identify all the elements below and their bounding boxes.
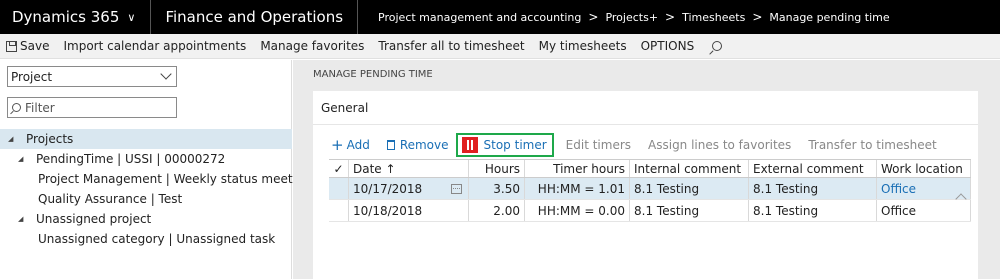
page-caption: MANAGE PENDING TIME — [313, 69, 433, 80]
general-section: General + Add Remove Stop timer Edit tim… — [313, 91, 978, 279]
column-header-internal-comment[interactable]: Internal comment — [630, 160, 749, 177]
grid-header: ✓ Date ↑ Hours Timer hours Internal comm… — [329, 159, 971, 178]
pending-time-grid: ✓ Date ↑ Hours Timer hours Internal comm… — [329, 159, 971, 222]
column-header-external-comment[interactable]: External comment — [749, 160, 877, 177]
project-tree: ◢ Projects ◢ PendingTime | USSI | 00000272 P… — [0, 129, 311, 249]
app-title: Dynamics 365 — [12, 8, 120, 26]
search-icon — [712, 41, 723, 51]
remove-label: Remove — [399, 138, 449, 152]
filter-input[interactable]: Filter — [7, 97, 177, 118]
row-select[interactable] — [329, 200, 349, 221]
expand-collapse-icon[interactable]: ◢ — [18, 155, 28, 163]
section-title[interactable]: General — [321, 101, 368, 115]
timer-hours-cell[interactable]: HH:MM = 0.00 — [525, 200, 630, 221]
divider — [313, 124, 978, 125]
chevron-down-icon — [160, 68, 172, 80]
tree-node[interactable]: Unassigned category | Unassigned task — [0, 229, 292, 249]
grid-toolbar: + Add Remove Stop timer Edit timers Assi… — [331, 133, 954, 157]
breadcrumb-item[interactable]: Project management and accounting — [378, 11, 581, 24]
expand-collapse-icon[interactable]: ◢ — [18, 215, 28, 223]
column-header-timer-hours[interactable]: Timer hours — [525, 160, 630, 177]
import-calendar-button[interactable]: Import calendar appointments — [56, 34, 253, 59]
assign-favorites-button[interactable]: Assign lines to favorites — [648, 138, 791, 152]
tree-node-label: PendingTime | USSI | 00000272 — [36, 152, 226, 166]
plus-icon: + — [331, 136, 344, 154]
external-comment-cell[interactable]: 8.1 Testing — [749, 200, 877, 221]
date-cell[interactable]: 10/18/2018 — [349, 200, 469, 221]
expand-collapse-icon[interactable]: ◢ — [8, 135, 18, 143]
breadcrumb-item[interactable]: Timesheets — [682, 11, 745, 24]
transfer-to-timesheet-button[interactable]: Transfer to timesheet — [808, 138, 936, 152]
tree-node-label: Project Management | Weekly status meeti… — [38, 172, 312, 186]
view-select[interactable]: Project — [7, 66, 177, 87]
app-switcher[interactable]: Dynamics 365 ∨ — [0, 0, 150, 34]
internal-comment-cell[interactable]: 8.1 Testing — [630, 200, 749, 221]
search-icon — [12, 103, 21, 112]
save-button[interactable]: Save — [0, 34, 56, 59]
transfer-all-button[interactable]: Transfer all to timesheet — [371, 34, 531, 59]
breadcrumb-item[interactable]: Manage pending time — [769, 11, 889, 24]
chevron-right-icon: > — [665, 10, 676, 24]
manage-favorites-button[interactable]: Manage favorites — [253, 34, 371, 59]
row-select[interactable] — [329, 178, 349, 199]
date-cell[interactable]: 10/17/2018 — [349, 178, 469, 199]
sort-ascending-icon: ↑ — [385, 161, 396, 176]
tree-node-label: Unassigned category | Unassigned task — [38, 232, 276, 246]
hours-cell[interactable]: 3.50 — [469, 178, 525, 199]
chevron-right-icon: > — [588, 10, 599, 24]
table-row[interactable]: 10/18/2018 2.00 HH:MM = 0.00 8.1 Testing 8.1… — [329, 200, 971, 222]
trash-icon — [386, 140, 395, 150]
filter-placeholder: Filter — [25, 100, 55, 115]
column-header-hours[interactable]: Hours — [469, 160, 525, 177]
chevron-right-icon: > — [752, 10, 763, 24]
action-pane: Save Import calendar appointments Manage… — [0, 34, 1000, 59]
tree-node[interactable]: Project Management | Weekly status meeti… — [0, 169, 311, 189]
breadcrumb: Project management and accounting > Proj… — [358, 0, 890, 34]
chevron-down-icon: ∨ — [127, 10, 136, 24]
timer-hours-cell[interactable]: HH:MM = 1.01 — [525, 178, 630, 199]
main-content: MANAGE PENDING TIME General + Add Remove… — [293, 60, 1000, 279]
save-label: Save — [20, 39, 50, 53]
navigation-pane: Project Filter ◢ Projects ◢ PendingTime | U… — [0, 60, 311, 279]
date-value: 10/17/2018 — [353, 181, 423, 196]
my-timesheets-button[interactable]: My timesheets — [532, 34, 634, 59]
select-all-checkbox[interactable]: ✓ — [329, 160, 349, 177]
stop-timer-button[interactable]: Stop timer — [455, 133, 554, 157]
view-select-value: Project — [11, 69, 53, 84]
table-row[interactable]: 10/17/2018 3.50 HH:MM = 1.01 8.1 Testing 8.1… — [329, 178, 971, 200]
tree-node-label: Quality Assurance | Test — [38, 192, 183, 206]
stop-timer-label: Stop timer — [483, 138, 547, 152]
add-label: Add — [346, 138, 370, 152]
column-header-date[interactable]: Date ↑ — [349, 160, 469, 177]
column-label: Date — [353, 161, 382, 176]
tree-node[interactable]: Quality Assurance | Test — [0, 189, 292, 209]
remove-button[interactable]: Remove — [386, 138, 449, 152]
edit-timers-button[interactable]: Edit timers — [566, 138, 631, 152]
tree-node[interactable]: ◢ PendingTime | USSI | 00000272 — [0, 149, 292, 169]
external-comment-cell[interactable]: 8.1 Testing — [749, 178, 877, 199]
calendar-icon[interactable] — [451, 183, 462, 194]
options-button[interactable]: OPTIONS — [634, 34, 702, 59]
add-button[interactable]: + Add — [331, 136, 370, 154]
date-value: 10/18/2018 — [353, 203, 423, 218]
save-icon — [6, 40, 17, 52]
breadcrumb-item[interactable]: Projects+ — [605, 11, 658, 24]
top-nav-bar: Dynamics 365 ∨ Finance and Operations Pr… — [0, 0, 1000, 34]
tree-node[interactable]: ◢ Projects — [0, 129, 292, 149]
hours-cell[interactable]: 2.00 — [469, 200, 525, 221]
search-button[interactable] — [701, 34, 729, 59]
module-title[interactable]: Finance and Operations — [151, 0, 357, 34]
tree-node-label: Unassigned project — [36, 212, 152, 226]
tree-node-label: Projects — [26, 132, 74, 146]
internal-comment-cell[interactable]: 8.1 Testing — [630, 178, 749, 199]
stop-timer-icon — [461, 137, 478, 153]
work-location-cell[interactable]: Office — [877, 200, 971, 221]
tree-node[interactable]: ◢ Unassigned project — [0, 209, 292, 229]
column-header-work-location[interactable]: Work location — [877, 160, 971, 177]
